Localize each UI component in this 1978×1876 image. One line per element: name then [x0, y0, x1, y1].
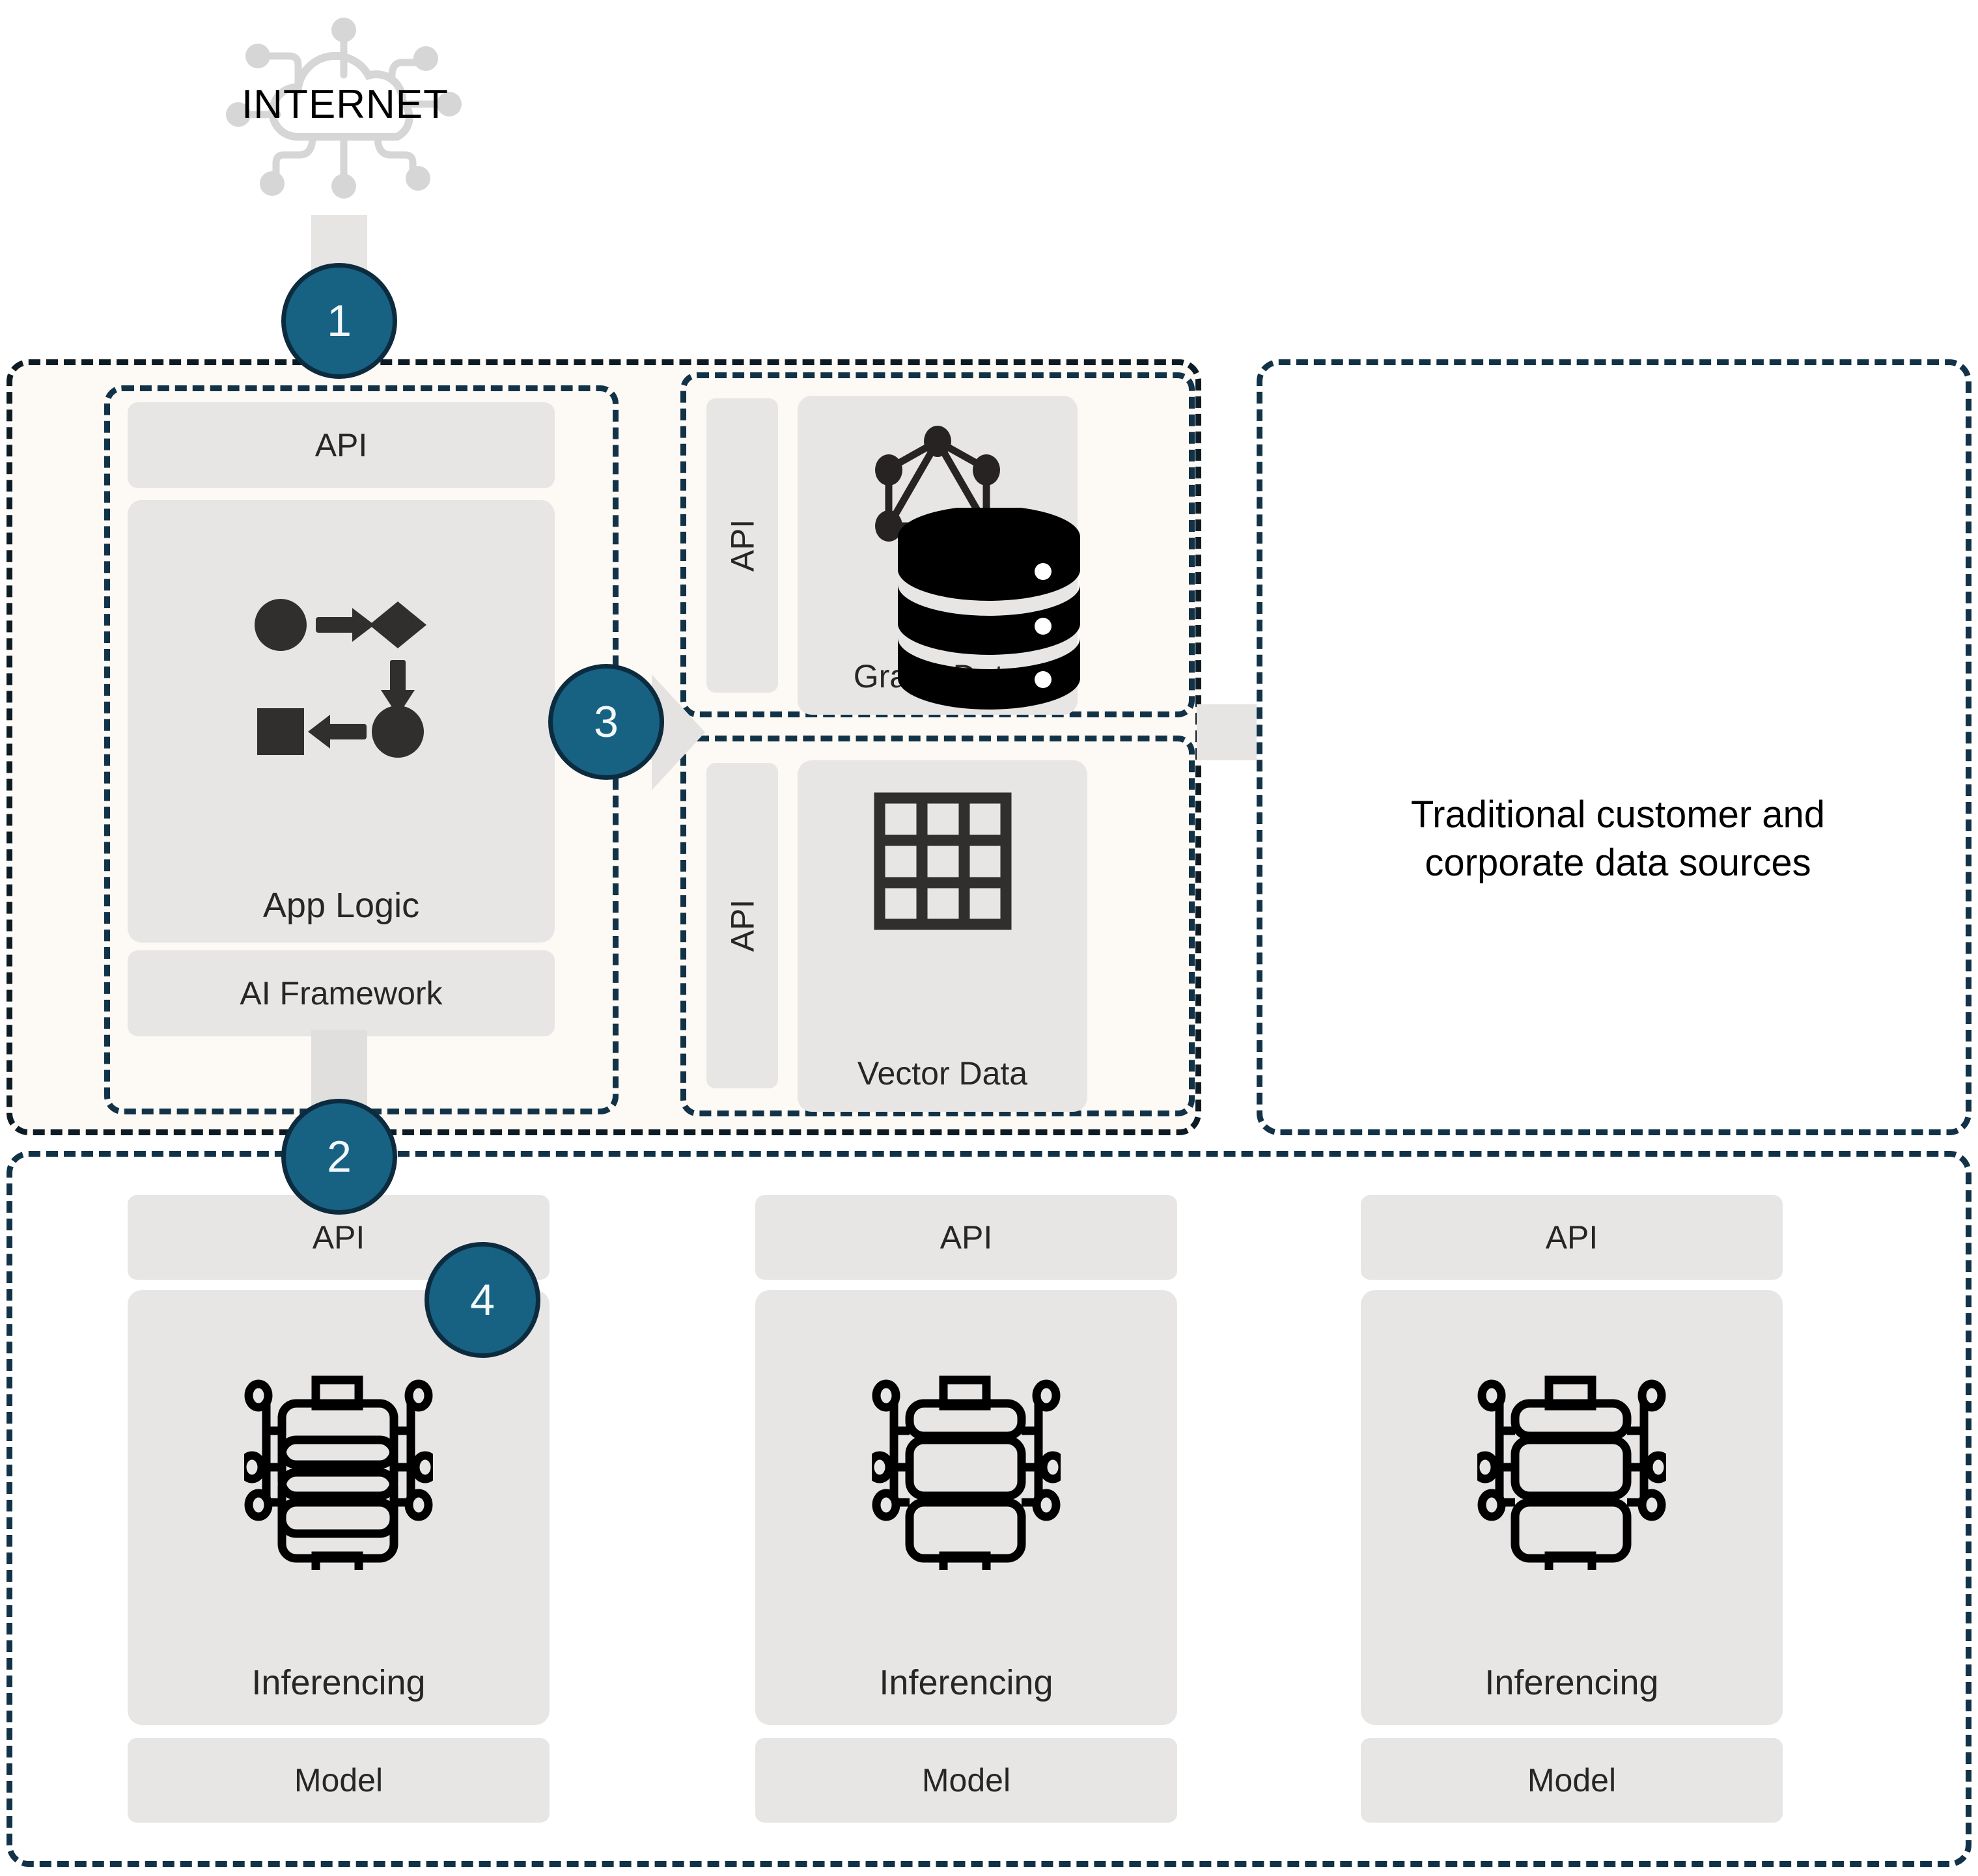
model-panel[interactable]: Model — [755, 1738, 1177, 1823]
app-logic-label: App Logic — [262, 886, 420, 925]
inferencing-panel[interactable]: Inferencing — [755, 1290, 1177, 1725]
step-badge-1[interactable]: 1 — [281, 263, 397, 379]
model-panel[interactable]: Model — [128, 1738, 550, 1823]
step-badge-4-number: 4 — [470, 1275, 495, 1325]
step-badge-2[interactable]: 2 — [281, 1099, 397, 1215]
model-panel[interactable]: Model — [1361, 1738, 1783, 1823]
graph-api-label: API — [724, 519, 760, 572]
internet-group: INTERNET — [215, 7, 475, 215]
model-api-label: API — [940, 1219, 993, 1256]
internet-label: INTERNET — [242, 82, 449, 127]
vector-api-panel[interactable]: API — [706, 763, 778, 1088]
workflow-icon — [255, 599, 426, 758]
ai-framework-label: AI Framework — [240, 975, 443, 1012]
matrix-grid-icon — [874, 792, 1011, 930]
model-api-label: API — [1545, 1219, 1598, 1256]
step-badge-2-number: 2 — [327, 1132, 352, 1181]
traditional-data-sources-container — [1257, 359, 1971, 1135]
step-badge-3[interactable]: 3 — [548, 664, 664, 780]
database-caption: Traditional customer and corporate data … — [1410, 793, 1826, 885]
inference-chip-icon — [872, 1375, 1061, 1570]
app-api-panel[interactable]: API — [128, 402, 555, 488]
step-badge-1-number: 1 — [327, 296, 352, 346]
model-api-panel[interactable]: API — [755, 1195, 1177, 1280]
inferencing-label: Inferencing — [251, 1663, 426, 1702]
step-badge-3-number: 3 — [594, 697, 619, 747]
model-label: Model — [294, 1762, 383, 1799]
inference-chip-icon — [1477, 1375, 1666, 1570]
model-column-3: API Inferencing Model — [1361, 1195, 1783, 1823]
inference-chip-icon — [244, 1375, 433, 1570]
graph-api-panel[interactable]: API — [706, 398, 778, 693]
vector-data-card[interactable]: Vector Data — [798, 760, 1087, 1112]
ai-framework-panel[interactable]: AI Framework — [128, 950, 555, 1036]
step-badge-4[interactable]: 4 — [425, 1242, 540, 1358]
model-label: Model — [1527, 1762, 1617, 1799]
inferencing-label: Inferencing — [1484, 1663, 1659, 1702]
app-logic-panel[interactable]: App Logic — [128, 500, 555, 943]
inferencing-panel[interactable]: Inferencing — [1361, 1290, 1783, 1725]
vector-data-label: Vector Data — [857, 1055, 1028, 1092]
app-api-label: API — [314, 427, 368, 463]
model-label: Model — [921, 1762, 1011, 1799]
model-api-panel[interactable]: API — [1361, 1195, 1783, 1280]
model-api-label: API — [312, 1219, 365, 1256]
inferencing-label: Inferencing — [879, 1663, 1053, 1702]
vector-api-label: API — [724, 899, 760, 952]
model-column-2: API Inferencing Model — [755, 1195, 1177, 1823]
database-cylinder-icon — [898, 508, 1080, 710]
